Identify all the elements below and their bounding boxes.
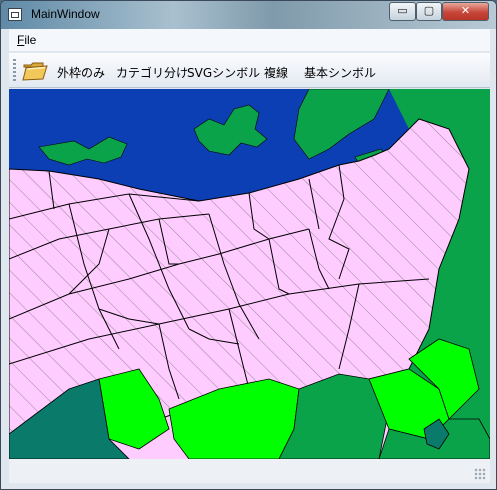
menu-file-label: File xyxy=(17,33,37,47)
title-bar[interactable]: MainWindow ▭ ▢ ✕ xyxy=(1,1,496,29)
resize-grip-icon[interactable] xyxy=(474,468,486,480)
close-icon: ✕ xyxy=(460,4,471,17)
toolbar-double-line-button[interactable]: 複線 xyxy=(264,64,288,81)
maximize-button[interactable]: ▢ xyxy=(416,2,442,21)
maximize-icon: ▢ xyxy=(423,4,435,17)
menu-file[interactable]: File xyxy=(17,33,36,47)
toolbar-grip[interactable] xyxy=(13,59,16,81)
map-svg[interactable] xyxy=(9,89,490,459)
main-window: MainWindow ▭ ▢ ✕ File 外枠のみ カテゴリ分け SVGシンボ… xyxy=(0,0,497,490)
app-icon xyxy=(8,8,22,21)
status-bar xyxy=(9,459,490,483)
minimize-button[interactable]: ▭ xyxy=(389,2,416,21)
toolbar-svg-symbol-button[interactable]: SVGシンボル xyxy=(187,64,260,81)
close-button[interactable]: ✕ xyxy=(442,2,489,21)
toolbar-category-button[interactable]: カテゴリ分け xyxy=(116,64,188,81)
map-canvas[interactable] xyxy=(9,89,490,459)
menu-bar: File xyxy=(9,29,490,51)
window-title: MainWindow xyxy=(31,7,100,21)
folder-open-icon[interactable] xyxy=(21,57,49,83)
toolbar-basic-symbol-button[interactable]: 基本シンボル xyxy=(304,64,376,81)
toolbar-outline-only-button[interactable]: 外枠のみ xyxy=(57,64,105,81)
minimize-icon: ▭ xyxy=(397,4,408,17)
toolbar: 外枠のみ カテゴリ分け SVGシンボル 複線 基本シンボル xyxy=(9,53,490,88)
